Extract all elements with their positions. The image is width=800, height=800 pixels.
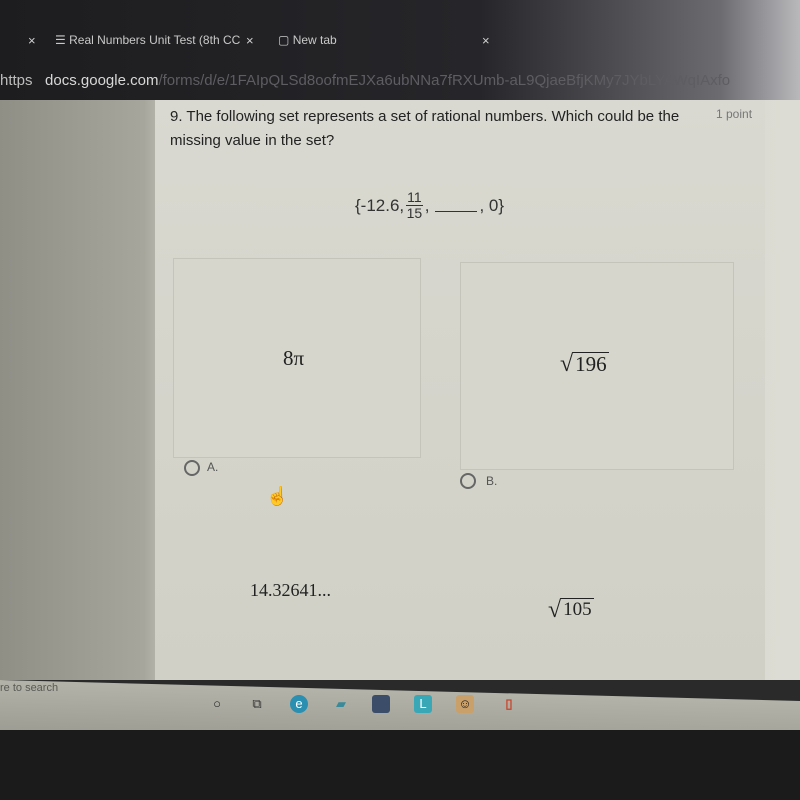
tab-real-numbers[interactable]: ☰ Real Numbers Unit Test (8th CC (55, 33, 240, 47)
cortana-icon[interactable]: ○ (208, 695, 226, 713)
fraction: 11 15 (406, 189, 423, 221)
taskbar-search[interactable]: re to search (0, 682, 58, 694)
option-c-value: 14.32641... (250, 580, 331, 600)
option-d-value: √ 105 (548, 597, 594, 623)
address-bar[interactable]: https docs.google.com/forms/d/e/1FAIpQLS… (0, 72, 730, 89)
option-b-value: √ 196 (560, 351, 609, 377)
number-set: {-12.6, 11 15 , , 0} (355, 189, 505, 221)
edge-icon[interactable]: e (290, 695, 308, 713)
option-a-radio[interactable] (184, 460, 200, 476)
app-icon[interactable]: ☺ (456, 695, 474, 713)
close-tab-icon[interactable]: × (482, 33, 490, 48)
missing-value-blank (435, 199, 478, 212)
sqrt-icon: √ (560, 351, 574, 377)
monitor-bezel (0, 730, 800, 800)
lexia-icon[interactable]: L (414, 695, 432, 713)
option-a-value: 8π (283, 346, 305, 370)
store-icon[interactable] (372, 695, 390, 713)
forms-list-icon: ☰ (55, 33, 66, 47)
close-tab-icon[interactable]: × (246, 33, 254, 48)
browser-chrome: × ☰ Real Numbers Unit Test (8th CC × ▢ N… (0, 0, 800, 100)
file-explorer-icon[interactable]: ▰ (332, 695, 350, 713)
hand-cursor-icon: ☝ (266, 486, 289, 506)
close-tab-icon[interactable]: × (28, 33, 36, 48)
tab-new-tab[interactable]: ▢ New tab (278, 33, 337, 47)
sqrt-icon: √ (548, 597, 562, 623)
new-tab-icon: ▢ (278, 33, 290, 47)
task-view-icon[interactable]: ⧉ (248, 695, 266, 713)
office-icon[interactable]: ▯ (500, 695, 518, 713)
points-label: 1 point (716, 107, 753, 121)
option-b-radio[interactable] (460, 473, 476, 489)
question-text: 9. The following set represents a set of… (170, 108, 680, 149)
